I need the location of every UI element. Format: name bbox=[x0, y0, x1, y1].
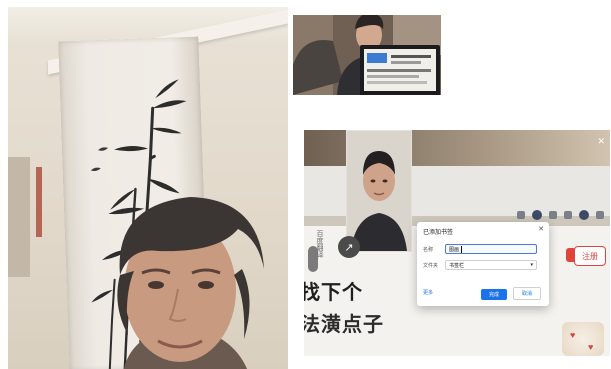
headline-line-2: 法潢点子 bbox=[304, 314, 384, 336]
register-button[interactable]: 注册 bbox=[574, 246, 606, 266]
name-label: 名称 bbox=[423, 246, 434, 253]
decorative-object bbox=[562, 322, 604, 356]
menu-dots-icon[interactable] bbox=[596, 211, 604, 219]
puzzle-icon[interactable] bbox=[564, 211, 572, 219]
profile-icon[interactable] bbox=[532, 210, 542, 220]
bookmark-added-dialog: 已添加书签 ✕ 名称 图画 文件夹 书签栏 ▾ 更多 完成 取消 bbox=[417, 222, 549, 306]
extension-icon[interactable] bbox=[549, 211, 557, 219]
folder-value: 书签栏 bbox=[449, 262, 465, 269]
cancel-button[interactable]: 取消 bbox=[513, 287, 541, 300]
laptop-screen-photo: ✕ 百度翻译 找下个 法潢点子 注册 ↗ 已添加书签 ✕ 名称 图画 文件夹 书… bbox=[304, 130, 610, 356]
folder-label: 文件夹 bbox=[423, 262, 439, 269]
close-icon[interactable]: ✕ bbox=[538, 225, 544, 233]
heart-icon: ♥ bbox=[588, 342, 594, 352]
more-link[interactable]: 更多 bbox=[423, 289, 433, 296]
close-icon[interactable]: ✕ bbox=[597, 136, 605, 147]
chevron-down-icon: ▾ bbox=[530, 262, 533, 268]
woman-portrait bbox=[117, 197, 264, 369]
wall-frame bbox=[8, 157, 30, 277]
heart-icon: ♥ bbox=[570, 330, 576, 340]
account-avatar-icon[interactable] bbox=[579, 210, 589, 220]
done-button[interactable]: 完成 bbox=[481, 289, 507, 300]
red-ribbon bbox=[36, 167, 42, 237]
video-call-self-view bbox=[8, 7, 288, 369]
expand-arrow-icon[interactable]: ↗ bbox=[338, 236, 360, 258]
headline-line-1: 找下个 bbox=[304, 282, 363, 304]
man-face bbox=[347, 131, 411, 251]
bookmark-name-input[interactable]: 图画 bbox=[445, 244, 537, 254]
dialog-title: 已添加书签 bbox=[423, 230, 454, 236]
bookmark-name-value: 图画 bbox=[449, 246, 460, 253]
bookmark-star-icon[interactable] bbox=[517, 211, 525, 219]
folder-row: 文件夹 书签栏 ▾ bbox=[423, 260, 537, 270]
name-row: 名称 图画 bbox=[423, 244, 537, 254]
browser-extension-icons bbox=[517, 210, 604, 220]
text-cursor bbox=[461, 245, 463, 253]
picture-in-picture-video[interactable] bbox=[346, 130, 412, 252]
folder-select[interactable]: 书签栏 ▾ bbox=[445, 260, 537, 270]
remote-video-thumbnail[interactable] bbox=[293, 15, 441, 95]
vertical-label: 百度翻译 bbox=[316, 230, 323, 258]
man-holding-laptop bbox=[293, 15, 441, 95]
